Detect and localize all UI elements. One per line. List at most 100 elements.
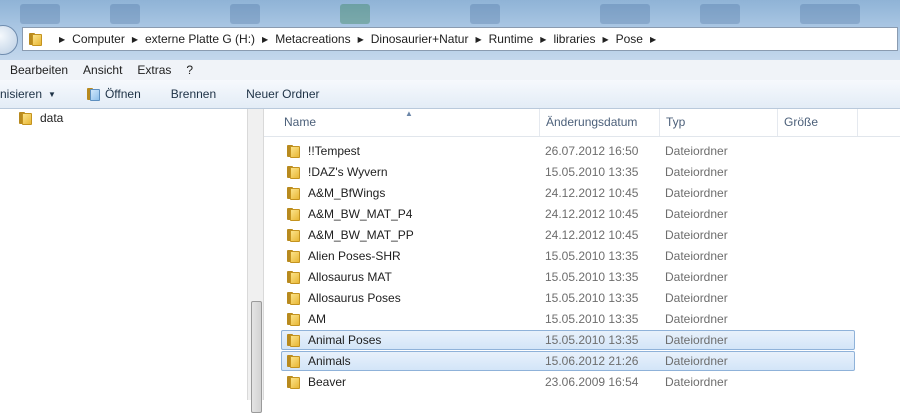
breadcrumb-item[interactable]: Runtime: [489, 32, 534, 46]
table-row[interactable]: A&M_BW_MAT_P4 24.12.2012 10:45 Dateiordner: [281, 204, 855, 224]
folder-icon: [286, 312, 300, 326]
folder-icon: [286, 354, 300, 368]
breadcrumb-item[interactable]: Computer: [72, 32, 125, 46]
folder-icon: [286, 291, 300, 305]
address-bar[interactable]: ▶ Computer ▶ externe Platte G (H:) ▶ Met…: [22, 27, 898, 51]
folder-icon: [28, 32, 44, 46]
breadcrumb: ▶ Computer ▶ externe Platte G (H:) ▶ Met…: [52, 32, 663, 46]
new-folder-label: Neuer Ordner: [246, 87, 320, 101]
navigation-pane: data: [0, 109, 247, 400]
table-row[interactable]: AM 15.05.2010 13:35 Dateiordner: [281, 309, 855, 329]
menu-item-help[interactable]: ?: [186, 63, 193, 77]
breadcrumb-item[interactable]: Dinosaurier+Natur: [371, 32, 469, 46]
file-name-cell: Animal Poses: [286, 331, 381, 349]
file-type: Dateiordner: [665, 207, 728, 221]
file-date: 26.07.2012 16:50: [545, 144, 639, 158]
chevron-right-icon[interactable]: ▶: [59, 35, 65, 44]
chevron-right-icon[interactable]: ▶: [650, 35, 656, 44]
file-name-cell: !!Tempest: [286, 142, 360, 160]
file-name: A&M_BW_MAT_PP: [308, 228, 414, 242]
file-name: AM: [308, 312, 326, 326]
file-date: 24.12.2012 10:45: [545, 228, 639, 242]
open-button[interactable]: Öffnen: [86, 87, 141, 101]
column-date[interactable]: Änderungsdatum: [540, 109, 660, 136]
navigation-scrollbar[interactable]: [247, 109, 264, 413]
file-name-cell: A&M_BW_MAT_P4: [286, 205, 412, 223]
organize-label: nisieren: [0, 87, 43, 101]
file-type: Dateiordner: [665, 228, 728, 242]
file-type: Dateiordner: [665, 144, 728, 158]
column-name-label: Name: [284, 115, 317, 129]
column-name[interactable]: Name: [278, 109, 540, 136]
file-name-cell: Allosaurus MAT: [286, 268, 392, 286]
chevron-right-icon[interactable]: ▶: [358, 35, 364, 44]
burn-button[interactable]: Brennen: [171, 87, 216, 101]
open-label: Öffnen: [104, 87, 141, 101]
breadcrumb-item[interactable]: Metacreations: [275, 32, 350, 46]
file-name-cell: AM: [286, 310, 326, 328]
chevron-right-icon[interactable]: ▶: [602, 35, 608, 44]
menu-item-view[interactable]: Ansicht: [83, 63, 122, 77]
file-name: Beaver: [308, 375, 347, 389]
file-type: Dateiordner: [665, 333, 728, 347]
menu-item-edit[interactable]: Bearbeiten: [10, 63, 68, 77]
table-row[interactable]: Animal Poses 15.05.2010 13:35 Dateiordner: [281, 330, 855, 350]
file-name-cell: !DAZ's Wyvern: [286, 163, 388, 181]
nav-item-data[interactable]: data: [18, 111, 63, 125]
column-size[interactable]: Größe: [778, 109, 858, 136]
table-row[interactable]: A&M_BW_MAT_PP 24.12.2012 10:45 Dateiordner: [281, 225, 855, 245]
chevron-right-icon[interactable]: ▶: [540, 35, 546, 44]
folder-icon: [286, 207, 300, 221]
breadcrumb-item[interactable]: Pose: [616, 32, 643, 46]
file-type: Dateiordner: [665, 165, 728, 179]
background-blur: [600, 4, 650, 24]
nav-item-label: data: [40, 111, 64, 125]
table-row[interactable]: Animals 15.06.2012 21:26 Dateiordner: [281, 351, 855, 371]
folder-icon: [286, 165, 300, 179]
breadcrumb-item[interactable]: libraries: [553, 32, 595, 46]
file-date: 15.05.2010 13:35: [545, 312, 639, 326]
background-blur: [20, 4, 60, 24]
background-blur: [230, 4, 260, 24]
table-row[interactable]: Alien Poses-SHR 15.05.2010 13:35 Dateiordn…: [281, 246, 855, 266]
table-row[interactable]: Allosaurus Poses 15.05.2010 13:35 Dateiord…: [281, 288, 855, 308]
back-button[interactable]: [0, 25, 18, 55]
file-name: Allosaurus MAT: [308, 270, 392, 284]
table-row[interactable]: !DAZ's Wyvern 15.05.2010 13:35 Dateiordner: [281, 162, 855, 182]
file-name: A&M_BW_MAT_P4: [308, 207, 413, 221]
column-size-label: Größe: [784, 115, 819, 129]
table-row[interactable]: !!Tempest 26.07.2012 16:50 Dateiordner: [281, 141, 855, 161]
table-row[interactable]: Allosaurus MAT 15.05.2010 13:35 Dateiordne…: [281, 267, 855, 287]
column-type[interactable]: Typ: [660, 109, 778, 136]
breadcrumb-item[interactable]: externe Platte G (H:): [145, 32, 255, 46]
file-date: 24.12.2012 10:45: [545, 186, 639, 200]
background-blur: [470, 4, 500, 24]
file-type: Dateiordner: [665, 312, 728, 326]
file-date: 15.05.2010 13:35: [545, 249, 639, 263]
column-date-label: Änderungsdatum: [546, 115, 638, 129]
folder-icon: [286, 228, 300, 242]
column-type-label: Typ: [666, 115, 686, 129]
file-date: 15.05.2010 13:35: [545, 270, 639, 284]
file-type: Dateiordner: [665, 270, 728, 284]
chevron-right-icon[interactable]: ▶: [262, 35, 268, 44]
chevron-right-icon[interactable]: ▶: [132, 35, 138, 44]
file-date: 23.06.2009 16:54: [545, 375, 639, 389]
file-type: Dateiordner: [665, 291, 728, 305]
menu-item-tools[interactable]: Extras: [137, 63, 171, 77]
table-row[interactable]: A&M_BfWings 24.12.2012 10:45 Dateiordner: [281, 183, 855, 203]
background-blur: [700, 4, 740, 24]
scrollbar-thumb[interactable]: [251, 301, 262, 413]
file-type: Dateiordner: [665, 186, 728, 200]
file-date: 24.12.2012 10:45: [545, 207, 639, 221]
table-row[interactable]: Beaver 23.06.2009 16:54 Dateiordner: [281, 372, 855, 392]
menu-bar: Bearbeiten Ansicht Extras ?: [0, 60, 900, 81]
file-name-cell: Allosaurus Poses: [286, 289, 401, 307]
file-name: !DAZ's Wyvern: [308, 165, 388, 179]
file-name-cell: Beaver: [286, 373, 346, 391]
file-name-cell: A&M_BfWings: [286, 184, 385, 202]
new-folder-button[interactable]: Neuer Ordner: [246, 87, 319, 101]
organize-button[interactable]: nisieren ▼: [0, 87, 56, 101]
chevron-right-icon[interactable]: ▶: [475, 35, 481, 44]
folder-open-icon: [86, 87, 100, 101]
